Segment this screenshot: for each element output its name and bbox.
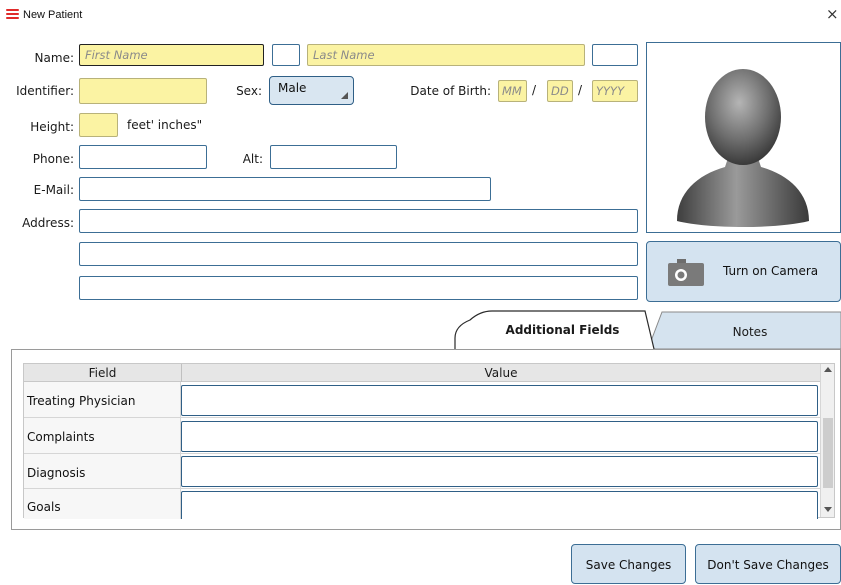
- table-row: Treating Physician: [24, 382, 820, 418]
- name-suffix-field[interactable]: [592, 44, 638, 66]
- row-label-diagnosis: Diagnosis: [27, 466, 86, 480]
- phone-field[interactable]: [79, 145, 207, 169]
- complaints-value-field[interactable]: [181, 421, 818, 452]
- address-line-1-field[interactable]: [79, 209, 638, 233]
- sex-selected-value: Male: [278, 81, 307, 95]
- save-changes-button[interactable]: Save Changes: [571, 544, 686, 584]
- tab-notes[interactable]: Notes: [665, 325, 835, 339]
- height-label: Height:: [30, 120, 74, 134]
- grid-header: Field Value: [24, 364, 820, 382]
- scroll-up-icon[interactable]: [824, 367, 832, 372]
- email-field[interactable]: [79, 177, 491, 201]
- patient-photo: [646, 42, 841, 233]
- last-name-field[interactable]: [307, 44, 585, 66]
- height-field[interactable]: [79, 113, 118, 137]
- table-row: Complaints: [24, 418, 820, 454]
- email-label: E-Mail:: [33, 183, 74, 197]
- dob-year-field[interactable]: [592, 80, 638, 102]
- sex-label: Sex:: [236, 84, 262, 98]
- name-label: Name:: [34, 51, 74, 65]
- dropdown-arrow-icon: [341, 92, 348, 99]
- vertical-scrollbar[interactable]: [820, 364, 834, 517]
- table-row: Goals: [24, 489, 820, 519]
- scrollbar-thumb[interactable]: [823, 418, 833, 488]
- address-line-2-field[interactable]: [79, 242, 638, 266]
- dob-separator: /: [578, 83, 583, 97]
- address-line-3-field[interactable]: [79, 276, 638, 300]
- fields-grid: Field Value Treating Physician Complaint…: [23, 363, 835, 519]
- column-header-field: Field: [88, 366, 117, 380]
- dob-month-field[interactable]: [498, 80, 527, 102]
- window-title: New Patient: [23, 9, 83, 21]
- dob-separator: /: [532, 83, 537, 97]
- alt-phone-field[interactable]: [270, 145, 397, 169]
- hamburger-icon: [6, 9, 19, 20]
- dob-label: Date of Birth:: [410, 84, 491, 98]
- goals-value-field[interactable]: [181, 491, 818, 519]
- camera-button-label: Turn on Camera: [723, 264, 819, 278]
- person-silhouette-icon: [677, 69, 809, 227]
- dob-day-field[interactable]: [547, 80, 573, 102]
- middle-initial-field[interactable]: [272, 44, 300, 66]
- phone-label: Phone:: [32, 152, 74, 166]
- camera-icon: [668, 259, 704, 286]
- sex-dropdown[interactable]: Male: [269, 76, 354, 105]
- treating-physician-value-field[interactable]: [181, 385, 818, 416]
- identifier-label: Identifier:: [16, 84, 74, 98]
- close-icon[interactable]: ×: [826, 4, 839, 24]
- scroll-down-icon[interactable]: [824, 507, 832, 512]
- column-header-value: Value: [484, 366, 518, 380]
- address-label: Address:: [22, 216, 74, 230]
- turn-on-camera-button[interactable]: Turn on Camera: [646, 241, 841, 302]
- first-name-field[interactable]: [79, 44, 264, 66]
- alt-phone-label: Alt:: [242, 152, 263, 166]
- row-label-goals: Goals: [27, 500, 61, 514]
- row-label-treating-physician: Treating Physician: [27, 394, 136, 408]
- identifier-field[interactable]: [79, 78, 207, 104]
- tab-additional-fields[interactable]: Additional Fields: [480, 323, 645, 337]
- table-row: Diagnosis: [24, 454, 820, 489]
- height-units-label: feet' inches": [127, 118, 203, 132]
- diagnosis-value-field[interactable]: [181, 456, 818, 487]
- row-label-complaints: Complaints: [27, 430, 95, 444]
- dont-save-changes-button[interactable]: Don't Save Changes: [695, 544, 841, 584]
